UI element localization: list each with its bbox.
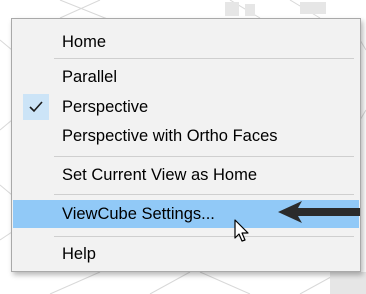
menu-item-label: Perspective	[62, 98, 149, 116]
menu-separator	[54, 236, 354, 237]
annotation-arrow-icon	[278, 201, 360, 223]
checkmark-box	[23, 94, 49, 120]
menu-item-label: Parallel	[62, 68, 118, 86]
menu-separator	[54, 58, 354, 59]
menu-separator	[54, 156, 354, 157]
menu-item-parallel[interactable]: Parallel	[13, 64, 359, 90]
menu-item-perspective-with-ortho-faces[interactable]: Perspective with Ortho Faces	[13, 123, 359, 149]
menu-separator	[54, 194, 354, 195]
mouse-pointer-icon	[234, 219, 249, 242]
menu-item-label: Help	[62, 245, 96, 263]
menu-item-home[interactable]: Home	[13, 29, 359, 55]
menu-item-help[interactable]: Help	[13, 241, 359, 267]
menu-item-perspective[interactable]: Perspective	[13, 94, 359, 120]
menu-item-label: ViewCube Settings...	[62, 205, 215, 223]
viewcube-context-menu: Home Parallel Perspective Perspective wi…	[11, 18, 361, 272]
menu-item-label: Set Current View as Home	[62, 166, 258, 184]
menu-item-label: Perspective with Ortho Faces	[62, 127, 278, 145]
menu-item-set-current-view-as-home[interactable]: Set Current View as Home	[13, 162, 359, 188]
checkmark-icon	[29, 101, 43, 113]
menu-item-label: Home	[62, 33, 107, 51]
